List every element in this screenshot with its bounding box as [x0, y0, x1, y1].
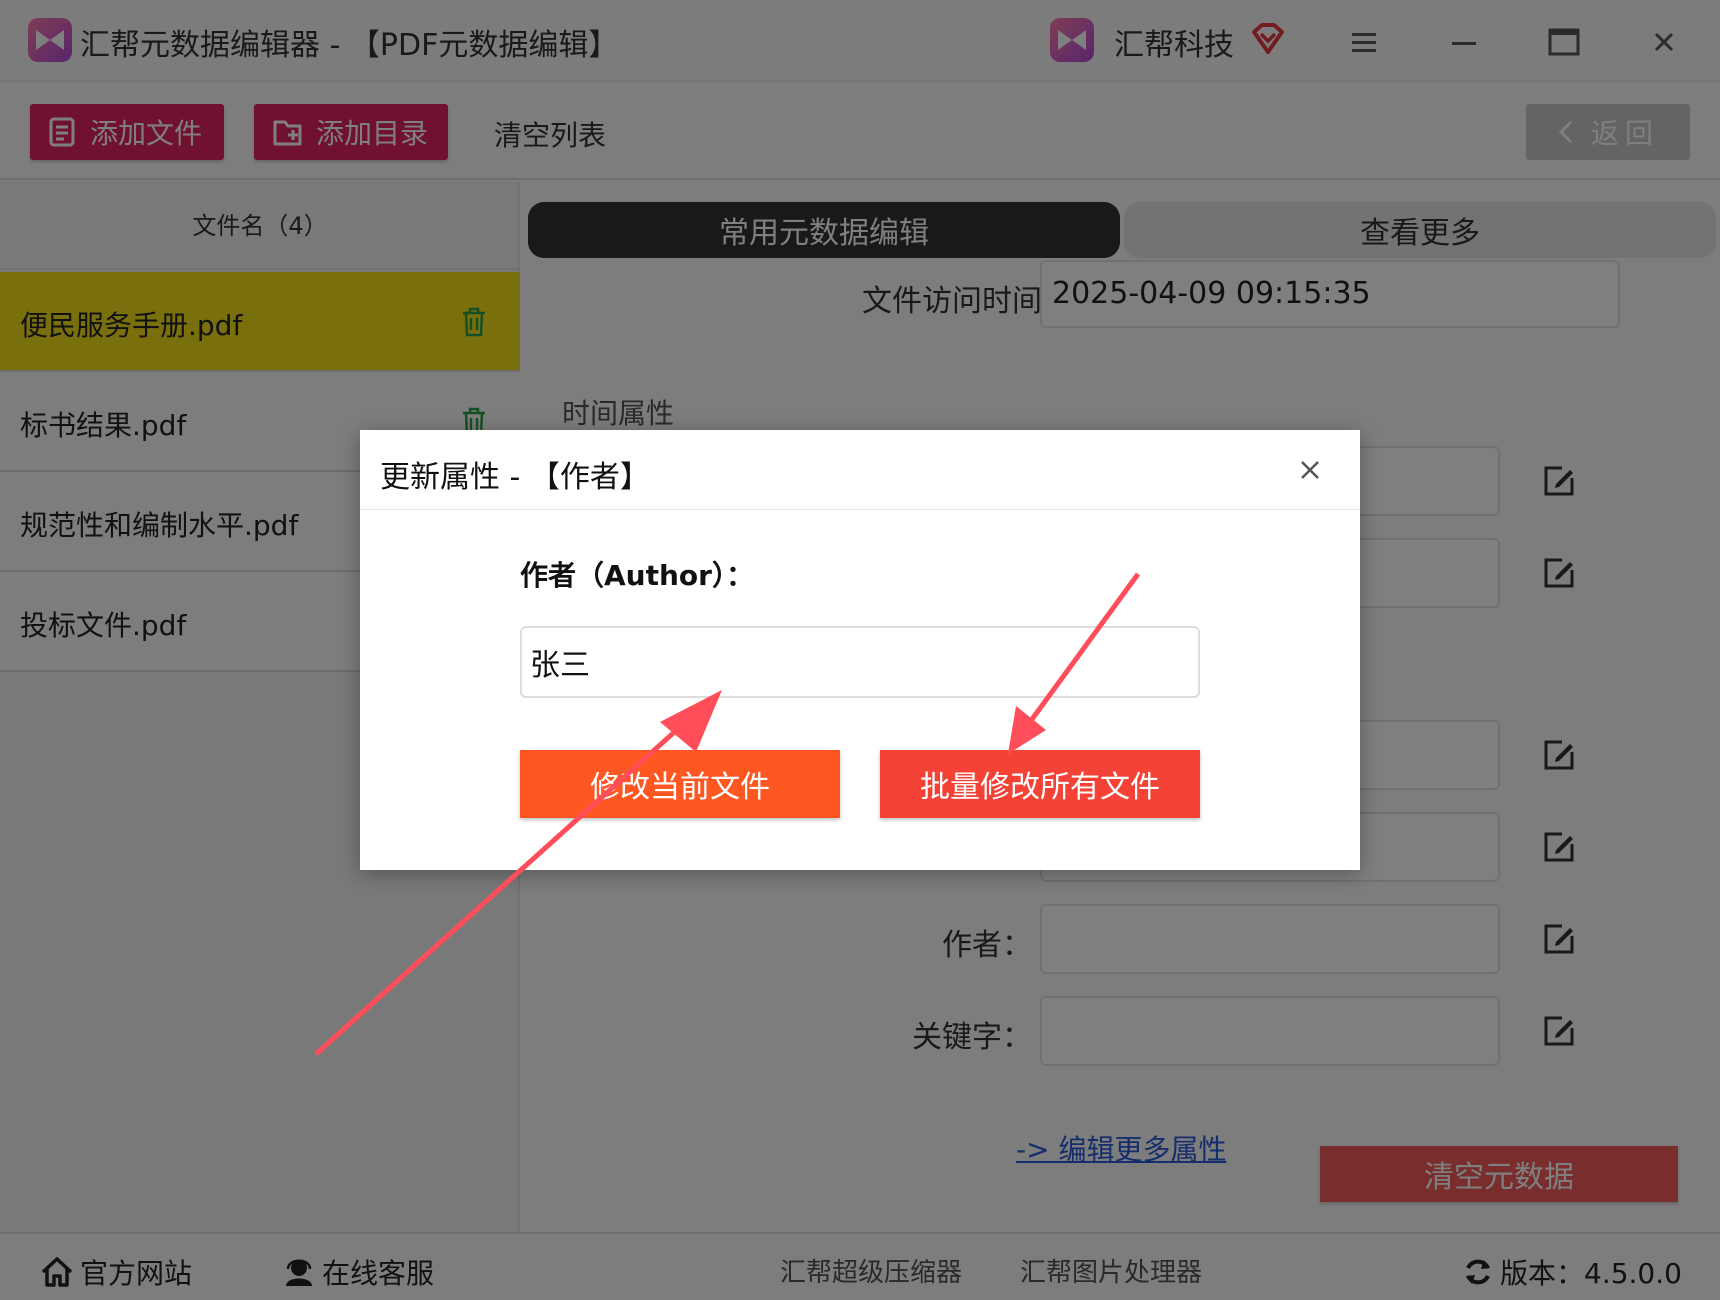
modify-current-file-button[interactable]: 修改当前文件: [520, 750, 840, 818]
close-icon[interactable]: [1296, 456, 1324, 484]
author-input[interactable]: [520, 626, 1200, 698]
author-field-label: 作者（Author）：: [520, 559, 754, 592]
dialog-title: 更新属性 - 【作者】: [380, 460, 650, 495]
update-property-dialog: 更新属性 - 【作者】 作者（Author）： 修改当前文件 批量修改所有文件: [360, 430, 1360, 870]
app-window: 汇帮元数据编辑器 - 【PDF元数据编辑】 汇帮科技 添加文件: [0, 0, 1720, 1300]
dialog-header: 更新属性 - 【作者】: [360, 430, 1360, 510]
batch-modify-all-files-button[interactable]: 批量修改所有文件: [880, 750, 1200, 818]
